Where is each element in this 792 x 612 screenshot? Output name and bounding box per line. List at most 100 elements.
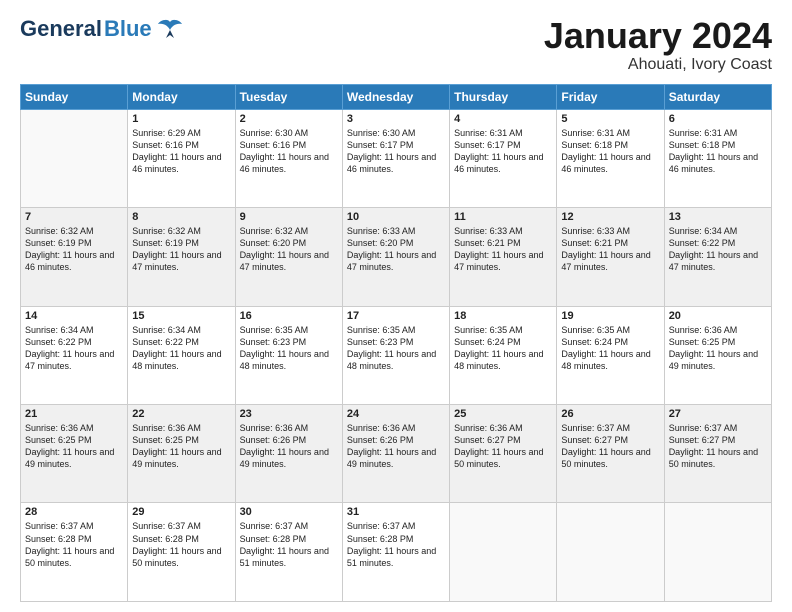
calendar-cell: 11Sunrise: 6:33 AMSunset: 6:21 PMDayligh… [450,208,557,306]
cell-info: Sunrise: 6:35 AMSunset: 6:24 PMDaylight:… [454,325,543,371]
day-number: 30 [240,506,338,518]
calendar-cell: 14 Sunrise: 6:34 AMSunset: 6:22 PMDayligh… [21,306,128,404]
cell-info: Sunrise: 6:37 AMSunset: 6:28 PMDaylight:… [132,521,221,567]
calendar-cell: 8Sunrise: 6:32 AMSunset: 6:19 PMDaylight… [128,208,235,306]
cell-info: Sunrise: 6:36 AMSunset: 6:27 PMDaylight:… [454,423,543,469]
cell-info: Sunrise: 6:37 AMSunset: 6:27 PMDaylight:… [561,423,650,469]
cell-info: Sunrise: 6:35 AMSunset: 6:23 PMDaylight:… [240,325,329,371]
day-number: 14 [25,310,123,322]
day-number: 8 [132,211,230,223]
calendar-cell: 10 Sunrise: 6:33 AMSunset: 6:20 PMDayligh… [342,208,449,306]
day-number: 6 [669,113,767,125]
calendar-cell: 18Sunrise: 6:35 AMSunset: 6:24 PMDayligh… [450,306,557,404]
calendar-cell: 1 Sunrise: 6:29 AMSunset: 6:16 PMDaylight… [128,109,235,207]
day-header-wednesday: Wednesday [342,84,449,109]
cell-info: Sunrise: 6:33 AMSunset: 6:21 PMDaylight:… [454,226,543,272]
day-number: 19 [561,310,659,322]
cell-info: Sunrise: 6:35 AMSunset: 6:23 PMDaylight:… [347,325,436,371]
calendar-cell: 31 Sunrise: 6:37 AMSunset: 6:28 PMDayligh… [342,503,449,602]
cell-info: Sunrise: 6:29 AMSunset: 6:16 PMDaylight:… [132,128,221,174]
calendar-cell: 4 Sunrise: 6:31 AMSunset: 6:17 PMDaylight… [450,109,557,207]
calendar-cell: 7 Sunrise: 6:32 AMSunset: 6:19 PMDaylight… [21,208,128,306]
page: General Blue January 2024 Ahouati, Ivory… [0,0,792,612]
calendar-cell: 29 Sunrise: 6:37 AMSunset: 6:28 PMDayligh… [128,503,235,602]
cell-info: Sunrise: 6:33 AMSunset: 6:21 PMDaylight:… [561,226,650,272]
week-row-4: 28 Sunrise: 6:37 AMSunset: 6:28 PMDayligh… [21,503,772,602]
cell-info: Sunrise: 6:31 AMSunset: 6:18 PMDaylight:… [561,128,650,174]
day-number: 13 [669,211,767,223]
cell-info: Sunrise: 6:34 AMSunset: 6:22 PMDaylight:… [132,325,221,371]
calendar-table: SundayMondayTuesdayWednesdayThursdayFrid… [20,84,772,602]
day-number: 26 [561,408,659,420]
logo-bird-icon [156,18,184,40]
day-number: 31 [347,506,445,518]
cell-info: Sunrise: 6:31 AMSunset: 6:17 PMDaylight:… [454,128,543,174]
cell-info: Sunrise: 6:36 AMSunset: 6:26 PMDaylight:… [240,423,329,469]
logo-blue: Blue [104,16,152,42]
day-number: 20 [669,310,767,322]
week-row-0: 1 Sunrise: 6:29 AMSunset: 6:16 PMDaylight… [21,109,772,207]
calendar-cell: 9Sunrise: 6:32 AMSunset: 6:20 PMDaylight… [235,208,342,306]
cell-info: Sunrise: 6:37 AMSunset: 6:28 PMDaylight:… [347,521,436,567]
cell-info: Sunrise: 6:30 AMSunset: 6:16 PMDaylight:… [240,128,329,174]
calendar-cell: 19 Sunrise: 6:35 AMSunset: 6:24 PMDayligh… [557,306,664,404]
calendar-cell [21,109,128,207]
logo-general: General [20,16,102,42]
calendar-cell: 16 Sunrise: 6:35 AMSunset: 6:23 PMDayligh… [235,306,342,404]
calendar-cell: 28Sunrise: 6:37 AMSunset: 6:28 PMDayligh… [21,503,128,602]
day-number: 24 [347,408,445,420]
day-number: 27 [669,408,767,420]
calendar-cell: 12 Sunrise: 6:33 AMSunset: 6:21 PMDayligh… [557,208,664,306]
day-header-monday: Monday [128,84,235,109]
calendar-cell: 2 Sunrise: 6:30 AMSunset: 6:16 PMDaylight… [235,109,342,207]
calendar-cell: 22 Sunrise: 6:36 AMSunset: 6:25 PMDayligh… [128,405,235,503]
day-number: 25 [454,408,552,420]
calendar-cell [450,503,557,602]
day-header-friday: Friday [557,84,664,109]
header: General Blue January 2024 Ahouati, Ivory… [20,16,772,74]
calendar-cell: 15Sunrise: 6:34 AMSunset: 6:22 PMDayligh… [128,306,235,404]
day-number: 22 [132,408,230,420]
month-title: January 2024 [544,16,772,56]
day-number: 29 [132,506,230,518]
calendar-cell: 23 Sunrise: 6:36 AMSunset: 6:26 PMDayligh… [235,405,342,503]
day-number: 2 [240,113,338,125]
cell-info: Sunrise: 6:37 AMSunset: 6:27 PMDaylight:… [669,423,758,469]
cell-info: Sunrise: 6:35 AMSunset: 6:24 PMDaylight:… [561,325,650,371]
day-number: 5 [561,113,659,125]
cell-info: Sunrise: 6:36 AMSunset: 6:25 PMDaylight:… [669,325,758,371]
calendar-cell: 26 Sunrise: 6:37 AMSunset: 6:27 PMDayligh… [557,405,664,503]
cell-info: Sunrise: 6:33 AMSunset: 6:20 PMDaylight:… [347,226,436,272]
day-number: 12 [561,211,659,223]
day-number: 16 [240,310,338,322]
calendar: SundayMondayTuesdayWednesdayThursdayFrid… [20,84,772,602]
day-number: 1 [132,113,230,125]
calendar-cell: 6 Sunrise: 6:31 AMSunset: 6:18 PMDaylight… [664,109,771,207]
cell-info: Sunrise: 6:30 AMSunset: 6:17 PMDaylight:… [347,128,436,174]
week-row-3: 21 Sunrise: 6:36 AMSunset: 6:25 PMDayligh… [21,405,772,503]
day-header-thursday: Thursday [450,84,557,109]
cell-info: Sunrise: 6:32 AMSunset: 6:19 PMDaylight:… [25,226,114,272]
cell-info: Sunrise: 6:34 AMSunset: 6:22 PMDaylight:… [669,226,758,272]
cell-info: Sunrise: 6:31 AMSunset: 6:18 PMDaylight:… [669,128,758,174]
calendar-cell: 20 Sunrise: 6:36 AMSunset: 6:25 PMDayligh… [664,306,771,404]
day-number: 28 [25,506,123,518]
day-number: 21 [25,408,123,420]
cell-info: Sunrise: 6:34 AMSunset: 6:22 PMDaylight:… [25,325,114,371]
day-number: 23 [240,408,338,420]
day-number: 4 [454,113,552,125]
calendar-cell: 30Sunrise: 6:37 AMSunset: 6:28 PMDayligh… [235,503,342,602]
title-block: January 2024 Ahouati, Ivory Coast [544,16,772,74]
cell-info: Sunrise: 6:36 AMSunset: 6:25 PMDaylight:… [132,423,221,469]
day-number: 7 [25,211,123,223]
week-row-2: 14 Sunrise: 6:34 AMSunset: 6:22 PMDayligh… [21,306,772,404]
calendar-cell: 24Sunrise: 6:36 AMSunset: 6:26 PMDayligh… [342,405,449,503]
days-header-row: SundayMondayTuesdayWednesdayThursdayFrid… [21,84,772,109]
day-number: 3 [347,113,445,125]
week-row-1: 7 Sunrise: 6:32 AMSunset: 6:19 PMDaylight… [21,208,772,306]
day-header-sunday: Sunday [21,84,128,109]
calendar-cell: 21Sunrise: 6:36 AMSunset: 6:25 PMDayligh… [21,405,128,503]
calendar-cell: 17Sunrise: 6:35 AMSunset: 6:23 PMDayligh… [342,306,449,404]
day-number: 10 [347,211,445,223]
calendar-cell: 25 Sunrise: 6:36 AMSunset: 6:27 PMDayligh… [450,405,557,503]
